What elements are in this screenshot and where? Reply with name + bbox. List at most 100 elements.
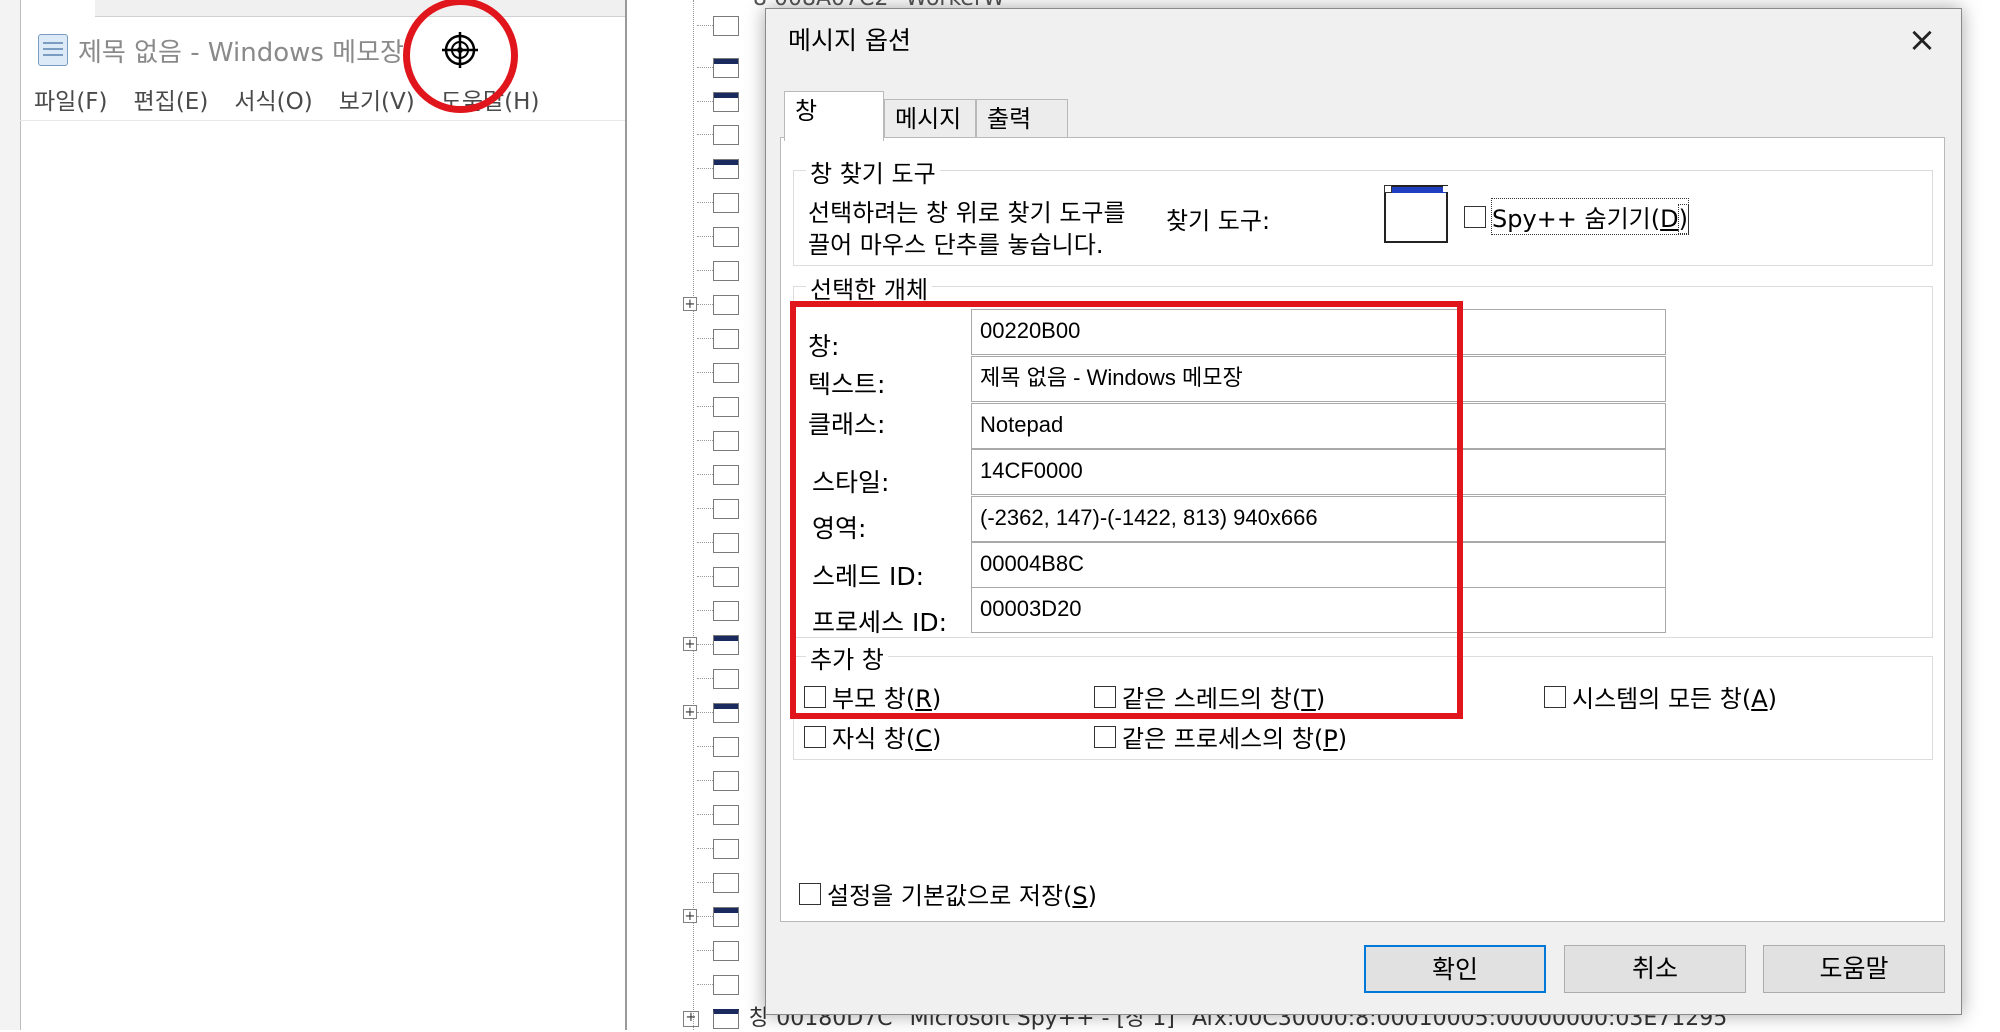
tree-connector (697, 406, 713, 407)
expand-icon[interactable]: + (683, 297, 697, 311)
window-icon (713, 805, 739, 825)
tree-connector (697, 474, 713, 475)
notepad-icon (38, 34, 68, 66)
notepad-title: 제목 없음 - Windows 메모장 (78, 37, 404, 68)
window-icon (713, 295, 739, 315)
help-button[interactable]: 도움말 (1763, 945, 1945, 993)
background-window-edge (95, 0, 625, 17)
tree-connector (697, 848, 713, 849)
desktop-edge (0, 0, 20, 1030)
finder-tool-group: 창 찾기 도구 선택하려는 창 위로 찾기 도구를 끌어 마우스 단추를 놓습니… (793, 154, 1933, 266)
checkbox-box[interactable] (804, 725, 826, 748)
checkbox-label: 시스템의 모든 창(A) (1572, 685, 1777, 713)
tree-connector (697, 882, 713, 883)
tree-connector (697, 134, 713, 135)
expand-icon[interactable]: + (683, 1011, 699, 1027)
tree-connector (697, 576, 713, 577)
cancel-button[interactable]: 취소 (1564, 945, 1746, 993)
window-icon (713, 363, 739, 383)
expand-icon[interactable]: + (683, 637, 697, 651)
close-icon[interactable]: × (1905, 23, 1939, 59)
tab-messages[interactable]: 메시지 (884, 99, 976, 139)
ok-button[interactable]: 확인 (1364, 945, 1546, 993)
menu-view[interactable]: 보기(V) (339, 82, 415, 116)
tree-connector (697, 372, 713, 373)
window-icon (713, 92, 739, 112)
tree-connector (697, 508, 713, 509)
tree-connector (697, 542, 713, 543)
window-icon (713, 601, 739, 621)
tree-connector (697, 610, 713, 611)
menu-edit[interactable]: 편집(E) (134, 82, 209, 116)
tree-connector (697, 984, 713, 985)
child-window-checkbox[interactable]: 자식 창(C) (804, 719, 941, 754)
selected-fields-highlight (790, 301, 1463, 719)
window-icon (713, 125, 739, 145)
window-icon (713, 193, 739, 213)
window-icon (713, 635, 739, 655)
group-label: 선택한 개체 (806, 270, 933, 305)
tree-connector (697, 168, 713, 169)
dialog-title: 메시지 옵션 (788, 26, 911, 55)
expand-icon[interactable]: + (683, 705, 697, 719)
checkbox-label: 설정을 기본값으로 저장(S) (827, 882, 1098, 910)
window-icon (713, 465, 739, 485)
tree-connector (697, 25, 713, 26)
checkbox-box[interactable] (1094, 725, 1116, 748)
window-icon (713, 737, 739, 757)
window-icon (713, 431, 739, 451)
expand-icon[interactable]: + (683, 909, 697, 923)
window-icon (713, 907, 739, 927)
window-icon (713, 329, 739, 349)
tree-connector (697, 746, 713, 747)
window-icon (713, 703, 739, 723)
tree-connector-line (693, 0, 694, 1030)
tab-output[interactable]: 출력 (976, 99, 1068, 139)
same-process-checkbox[interactable]: 같은 프로세스의 창(P) (1094, 719, 1347, 754)
all-system-windows-checkbox[interactable]: 시스템의 모든 창(A) (1544, 679, 1777, 714)
window-icon (713, 499, 739, 519)
tree-connector (697, 338, 713, 339)
tree-connector (697, 270, 713, 271)
tree-connector (697, 101, 713, 102)
menu-file[interactable]: 파일(F) (34, 82, 108, 116)
tree-connector (697, 780, 713, 781)
tree-connector (697, 712, 713, 713)
window-icon (713, 159, 739, 179)
group-label: 창 찾기 도구 (806, 154, 940, 189)
notepad-window (20, 0, 626, 1030)
finder-instruction: 끌어 마우스 단추를 놓습니다. (808, 231, 1104, 259)
tree-connector (697, 644, 713, 645)
window-icon (713, 839, 739, 859)
checkbox-box[interactable] (1464, 205, 1486, 228)
menu-format[interactable]: 서식(O) (234, 82, 312, 116)
window-icon (713, 975, 739, 995)
save-defaults-checkbox[interactable]: 설정을 기본값으로 저장(S) (799, 876, 1097, 911)
window-icon (713, 261, 739, 281)
finder-tool-icon[interactable] (1384, 185, 1448, 243)
tab-window[interactable]: 창 (784, 91, 884, 141)
finder-tool-label: 찾기 도구: (1166, 207, 1271, 235)
checkbox-label: 자식 창(C) (832, 725, 942, 753)
checkbox-box[interactable] (799, 882, 821, 905)
window-icon (713, 16, 739, 36)
checkbox-label: 같은 프로세스의 창(P) (1122, 725, 1348, 753)
window-icon (713, 397, 739, 417)
window-icon (713, 771, 739, 791)
tree-connector (697, 67, 713, 68)
crosshair-highlight-circle (403, 0, 518, 113)
tree-connector (697, 236, 713, 237)
hide-spy-checkbox[interactable]: Spy++ 숨기기(D) (1464, 198, 1690, 235)
tree-connector (697, 814, 713, 815)
window-icon (713, 533, 739, 553)
tree-connector (697, 304, 713, 305)
window-icon (713, 669, 739, 689)
checkbox-box[interactable] (1544, 685, 1566, 708)
finder-instruction: 선택하려는 창 위로 찾기 도구를 (808, 199, 1126, 227)
spy-tree-panel (625, 0, 767, 1030)
window-icon (713, 58, 739, 78)
window-icon (713, 873, 739, 893)
window-icon (713, 227, 739, 247)
notepad-titlebar: 제목 없음 - Windows 메모장 (38, 30, 404, 70)
tree-connector (697, 950, 713, 951)
